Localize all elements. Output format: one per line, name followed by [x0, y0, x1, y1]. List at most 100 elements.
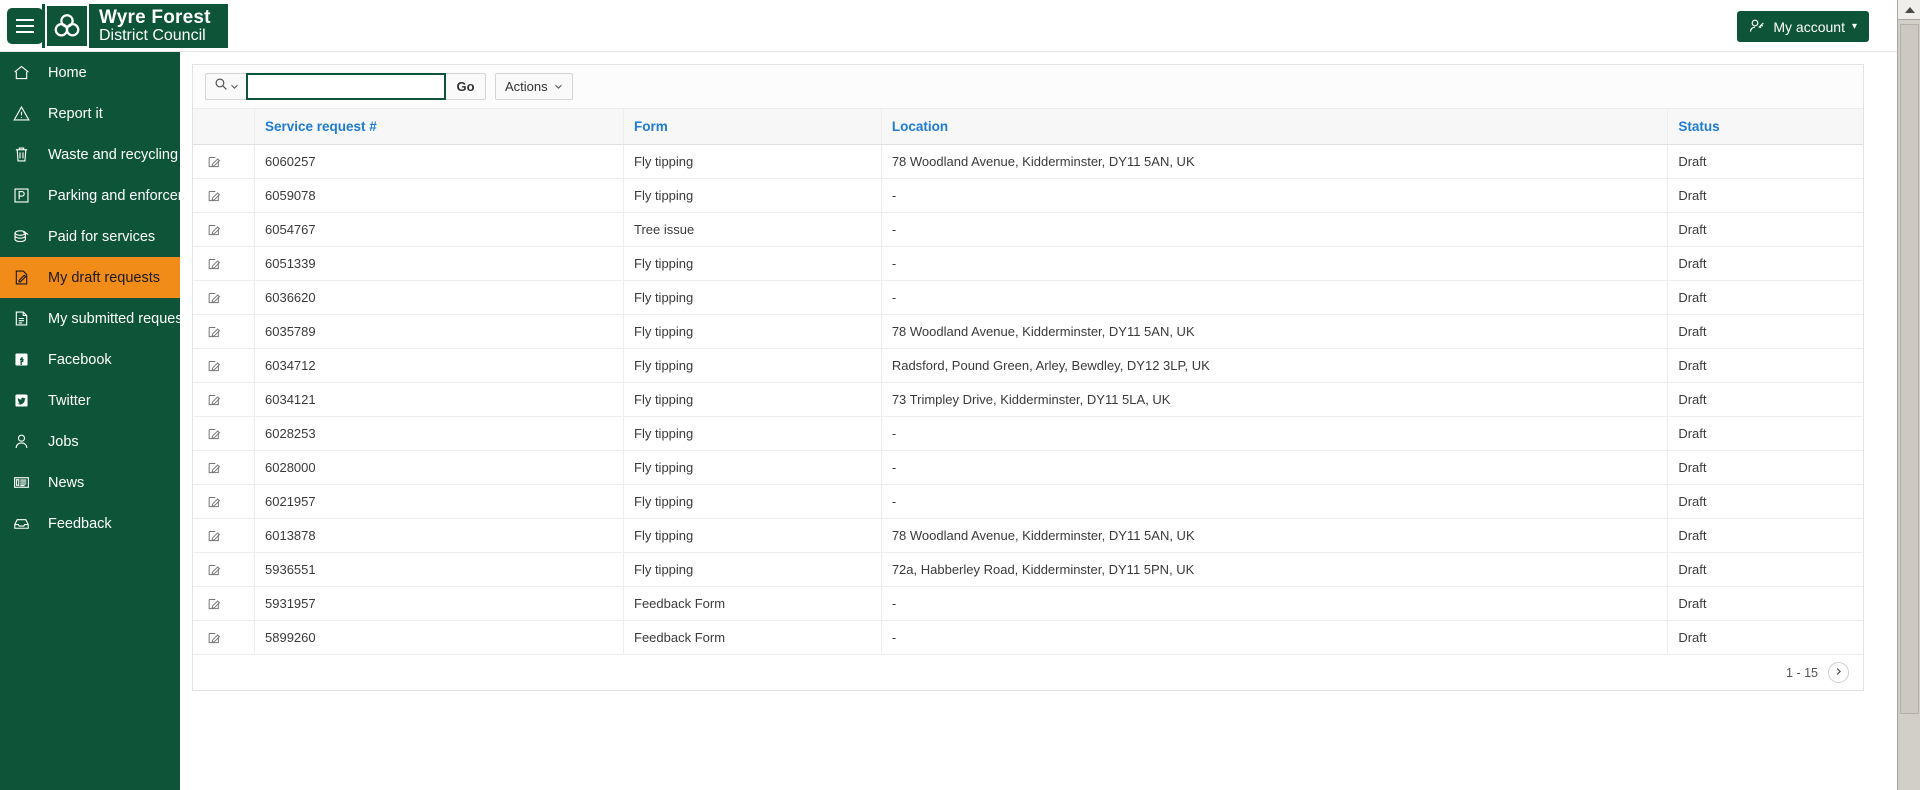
edit-pencil-icon[interactable]	[207, 426, 222, 441]
edit-pencil-icon[interactable]	[207, 596, 222, 611]
sidebar-item-waste-and-recycling[interactable]: Waste and recycling	[0, 134, 180, 175]
table-row: 6051339 Fly tipping - Draft	[193, 246, 1863, 281]
sidebar-item-parking-and-enforcement[interactable]: Parking and enforcement	[0, 175, 180, 216]
actions-button[interactable]: Actions	[495, 73, 573, 100]
parking-p-icon	[12, 185, 38, 207]
sidebar-item-label: My submitted requests	[48, 310, 180, 327]
hamburger-line	[16, 19, 34, 21]
cell-location: 78 Woodland Avenue, Kidderminster, DY11 …	[881, 518, 1669, 553]
cell-form: Feedback Form	[623, 586, 882, 621]
sidebar-item-my-draft-requests[interactable]: My draft requests	[0, 257, 180, 298]
hamburger-menu-icon[interactable]	[7, 8, 43, 44]
hamburger-line	[16, 31, 34, 33]
row-edit-cell	[193, 518, 255, 553]
cell-location: -	[881, 280, 1669, 315]
sidebar-item-label: Facebook	[48, 351, 112, 368]
sidebar-item-label: Twitter	[48, 392, 91, 409]
cell-service-request: 6060257	[254, 144, 624, 179]
sidebar-item-label: Home	[48, 64, 87, 81]
edit-pencil-icon[interactable]	[207, 324, 222, 339]
sidebar-item-report-it[interactable]: Report it	[0, 93, 180, 134]
actions-label: Actions	[505, 79, 548, 94]
brand-logo[interactable]: Wyre Forest District Council	[42, 4, 228, 48]
cell-status: Draft	[1667, 416, 1863, 451]
table-row: 6034712 Fly tipping Radsford, Pound Green,…	[193, 348, 1863, 383]
cell-location: -	[881, 450, 1669, 485]
table-row: 6059078 Fly tipping - Draft	[193, 178, 1863, 213]
edit-pencil-icon[interactable]	[207, 494, 222, 509]
edit-pencil-icon[interactable]	[207, 358, 222, 373]
brand-line-2: District Council	[99, 26, 206, 44]
cell-status: Draft	[1667, 586, 1863, 621]
search-input[interactable]	[246, 73, 446, 100]
sidebar-item-feedback[interactable]: Feedback	[0, 503, 180, 544]
vertical-scrollbar[interactable]	[1897, 0, 1920, 790]
cell-location: -	[881, 484, 1669, 519]
report-toolbar: Go Actions	[193, 65, 1863, 109]
person-icon	[12, 431, 38, 453]
column-header-form[interactable]: Form	[623, 109, 882, 145]
cell-service-request: 5931957	[254, 586, 624, 621]
table-header: Service request # Form Location Status	[193, 109, 1863, 145]
sidebar-item-home[interactable]: Home	[0, 52, 180, 93]
table-body: 6060257 Fly tipping 78 Woodland Avenue, Ki…	[193, 144, 1863, 654]
edit-pencil-icon[interactable]	[207, 392, 222, 407]
cell-location: -	[881, 246, 1669, 281]
sidebar-item-twitter[interactable]: Twitter	[0, 380, 180, 421]
column-header-request[interactable]: Service request #	[254, 109, 624, 145]
edit-pencil-icon[interactable]	[207, 188, 222, 203]
cell-status: Draft	[1667, 280, 1863, 315]
search-column-selector[interactable]	[205, 73, 246, 100]
sidebar-item-label: My draft requests	[48, 269, 161, 286]
edit-pencil-icon[interactable]	[207, 290, 222, 305]
column-header-edit	[193, 109, 255, 145]
edit-pencil-icon[interactable]	[207, 256, 222, 271]
column-header-status[interactable]: Status	[1667, 109, 1863, 145]
edit-pencil-icon[interactable]	[207, 528, 222, 543]
cell-form: Fly tipping	[623, 314, 882, 349]
sidebar-item-news[interactable]: News	[0, 462, 180, 503]
next-page-button[interactable]	[1828, 662, 1849, 683]
chevron-down-icon	[230, 78, 239, 96]
column-header-location[interactable]: Location	[881, 109, 1669, 145]
cell-service-request: 6034121	[254, 382, 624, 417]
cell-form: Feedback Form	[623, 620, 882, 654]
row-edit-cell	[193, 246, 255, 281]
cell-service-request: 6028000	[254, 450, 624, 485]
cell-form: Fly tipping	[623, 450, 882, 485]
cell-status: Draft	[1667, 484, 1863, 519]
scrollbar-thumb[interactable]	[1900, 24, 1919, 714]
edit-pencil-icon[interactable]	[207, 630, 222, 645]
cell-location: 73 Trimpley Drive, Kidderminster, DY11 5…	[881, 382, 1669, 417]
my-account-button[interactable]: My account ▾	[1737, 11, 1869, 42]
inbox-tray-icon	[12, 513, 38, 535]
warning-triangle-icon	[12, 103, 38, 125]
cell-location: -	[881, 586, 1669, 621]
edit-pencil-icon[interactable]	[207, 154, 222, 169]
cell-location: -	[881, 178, 1669, 213]
row-edit-cell	[193, 212, 255, 247]
facebook-icon	[12, 349, 38, 371]
draft-document-icon	[12, 267, 38, 289]
trefoil-logo-icon	[45, 4, 89, 48]
row-edit-cell	[193, 144, 255, 179]
hamburger-line	[16, 25, 34, 27]
cell-form: Fly tipping	[623, 246, 882, 281]
cell-location: -	[881, 416, 1669, 451]
edit-pencil-icon[interactable]	[207, 460, 222, 475]
sidebar-item-jobs[interactable]: Jobs	[0, 421, 180, 462]
cell-location: Radsford, Pound Green, Arley, Bewdley, D…	[881, 348, 1669, 383]
sidebar-item-facebook[interactable]: Facebook	[0, 339, 180, 380]
edit-pencil-icon[interactable]	[207, 562, 222, 577]
edit-pencil-icon[interactable]	[207, 222, 222, 237]
scroll-up-button[interactable]	[1898, 0, 1920, 20]
row-edit-cell	[193, 178, 255, 213]
sidebar-item-paid-for-services[interactable]: Paid for services	[0, 216, 180, 257]
table-row: 6028000 Fly tipping - Draft	[193, 450, 1863, 485]
sidebar-item-my-submitted-requests[interactable]: My submitted requests	[0, 298, 180, 339]
go-button[interactable]: Go	[446, 73, 486, 100]
row-edit-cell	[193, 586, 255, 621]
sidebar-item-label: News	[48, 474, 85, 491]
sidebar-item-label: Report it	[48, 105, 103, 122]
draft-requests-table: Service request # Form Location Status 6…	[193, 109, 1863, 654]
